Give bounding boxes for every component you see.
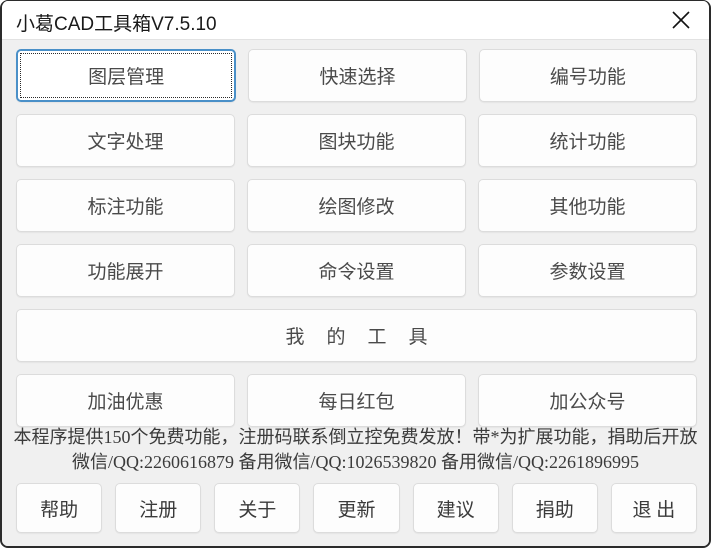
- btn-text-processing[interactable]: 文字处理: [16, 114, 235, 167]
- btn-numbering[interactable]: 编号功能: [478, 49, 697, 102]
- function-button-grid: 图层管理 快速选择 编号功能 文字处理 图块功能 统计功能 标注功能 绘图修改 …: [16, 49, 697, 439]
- btn-layer-management[interactable]: 图层管理: [16, 49, 237, 102]
- button-row-4: 功能展开 命令设置 参数设置: [16, 244, 697, 297]
- btn-fuel-discount[interactable]: 加油优惠: [16, 374, 235, 427]
- btn-parameter-settings[interactable]: 参数设置: [478, 244, 697, 297]
- btn-block-functions[interactable]: 图块功能: [247, 114, 466, 167]
- btn-help[interactable]: 帮助: [16, 483, 103, 533]
- bottom-button-bar: 帮助 注册 关于 更新 建议 捐助 退 出: [16, 483, 697, 533]
- btn-about[interactable]: 关于: [214, 483, 301, 533]
- btn-suggestion[interactable]: 建议: [412, 483, 499, 533]
- app-window: 小葛CAD工具箱V7.5.10 图层管理 快速选择 编号功能 文字处理 图块功能…: [0, 0, 711, 548]
- button-row-1: 图层管理 快速选择 编号功能: [16, 49, 697, 102]
- btn-register[interactable]: 注册: [115, 483, 202, 533]
- btn-daily-redpacket[interactable]: 每日红包: [247, 374, 466, 427]
- button-row-2: 文字处理 图块功能 统计功能: [16, 114, 697, 167]
- button-row-3: 标注功能 绘图修改 其他功能: [16, 179, 697, 232]
- button-row-5: 我的工具: [16, 309, 697, 362]
- btn-command-settings[interactable]: 命令设置: [247, 244, 466, 297]
- page-title: 小葛CAD工具箱V7.5.10: [16, 14, 217, 35]
- btn-quick-select[interactable]: 快速选择: [248, 49, 467, 102]
- btn-update[interactable]: 更新: [313, 483, 400, 533]
- info-text-block: 本程序提供150个免费功能，注册码联系倒立控免费发放！带*为扩展功能，捐助后开放…: [2, 425, 709, 475]
- btn-drawing-edit[interactable]: 绘图修改: [247, 179, 466, 232]
- button-row-6: 加油优惠 每日红包 加公众号: [16, 374, 697, 427]
- info-line-2: 微信/QQ:2260616879 备用微信/QQ:1026539820 备用微信…: [72, 452, 639, 472]
- btn-my-tools[interactable]: 我的工具: [16, 309, 697, 362]
- btn-exit[interactable]: 退 出: [610, 483, 697, 533]
- btn-follow-official-account[interactable]: 加公众号: [478, 374, 697, 427]
- close-button[interactable]: [659, 3, 703, 37]
- main-content: 图层管理 快速选择 编号功能 文字处理 图块功能 统计功能 标注功能 绘图修改 …: [2, 40, 709, 546]
- btn-expand-functions[interactable]: 功能展开: [16, 244, 235, 297]
- btn-other-functions[interactable]: 其他功能: [478, 179, 697, 232]
- title-bar: 小葛CAD工具箱V7.5.10: [2, 1, 709, 40]
- close-icon: [670, 9, 692, 31]
- btn-statistics[interactable]: 统计功能: [478, 114, 697, 167]
- info-line-1: 本程序提供150个免费功能，注册码联系倒立控免费发放！带*为扩展功能，捐助后开放: [13, 427, 698, 447]
- btn-dimension[interactable]: 标注功能: [16, 179, 235, 232]
- btn-donate[interactable]: 捐助: [511, 483, 598, 533]
